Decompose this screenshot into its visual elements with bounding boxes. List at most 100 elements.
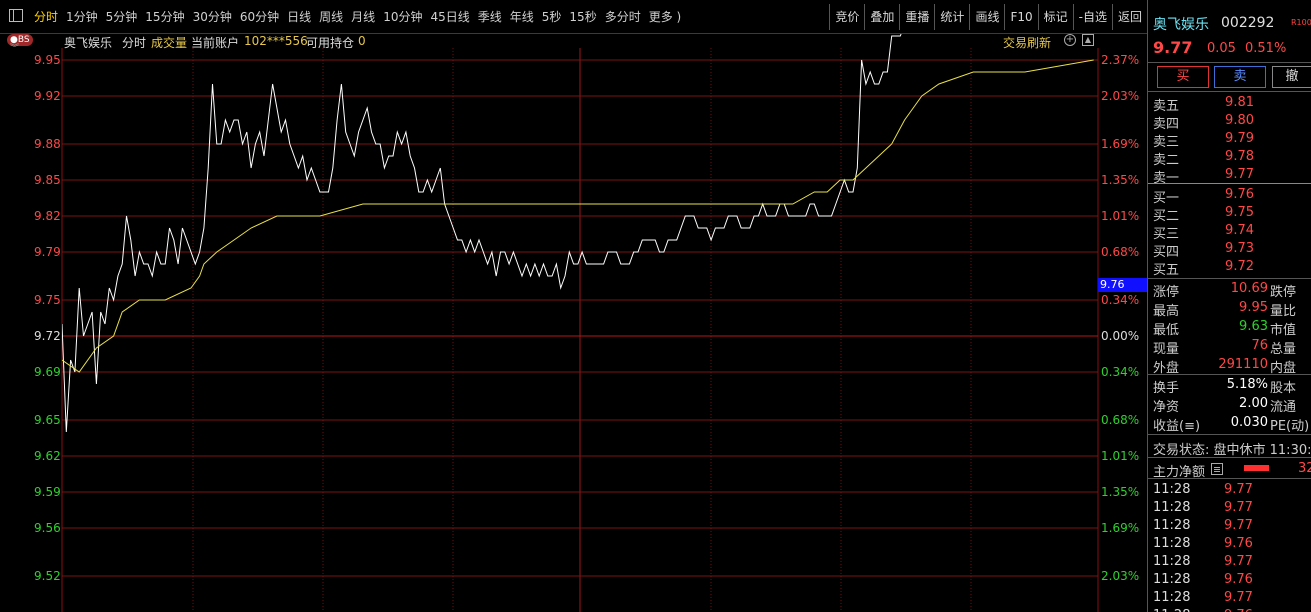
bid-row: 买二 9.75 [1148, 204, 1311, 224]
divider [1148, 478, 1311, 479]
period-tab[interactable]: 更多 ) [645, 7, 686, 27]
stat-row: 涨停 10.69 跌停 [1148, 280, 1311, 300]
tool-button[interactable]: 竞价 [829, 4, 864, 30]
stat-value: 0.030 [1230, 415, 1268, 430]
period-tab[interactable]: 10分钟 [379, 7, 426, 27]
tick-time: 11:28 [1153, 572, 1191, 587]
bid-price[interactable]: 9.73 [1208, 241, 1254, 256]
price-tick-label: 9.52 [34, 569, 61, 583]
period-tab[interactable]: 1分钟 [62, 7, 102, 27]
tick-row: 11:28 9.77 [1148, 481, 1311, 499]
divider [1148, 457, 1311, 458]
ask-price[interactable]: 9.78 [1208, 149, 1254, 164]
price-tick-label: 9.72 [34, 329, 61, 343]
period-tab[interactable]: 日线 [283, 7, 315, 27]
stat-label-secondary: 流通 [1270, 400, 1297, 415]
stat-value: 76 [1251, 338, 1268, 353]
tool-button[interactable]: 重播 [899, 4, 934, 30]
ask-price[interactable]: 9.80 [1208, 113, 1254, 128]
stat-value: 10.69 [1230, 281, 1268, 296]
divider [1148, 62, 1311, 63]
stat-label-secondary: 市值 [1270, 323, 1297, 338]
percent-tick-label: 0.00% [1101, 329, 1139, 343]
period-tab[interactable]: 月线 [347, 7, 379, 27]
stat-value: 9.95 [1239, 300, 1268, 315]
intraday-chart[interactable]: 9.95 2.37% 9.92 2.03% 9.88 1.69% 9.85 1.35% 9.82… [0, 34, 1147, 612]
stat-label: 换手 [1153, 381, 1180, 396]
bid-price[interactable]: 9.72 [1208, 259, 1254, 274]
percent-tick-label: 0.68% [1101, 413, 1139, 427]
last-price: 9.77 [1153, 38, 1193, 57]
stat-row: 最高 9.95 量比 [1148, 299, 1311, 319]
divider [1148, 434, 1311, 435]
tool-button[interactable]: 画线 [969, 4, 1004, 30]
ask-row: 卖二 9.78 [1148, 148, 1311, 168]
period-tab[interactable]: 多分时 [601, 7, 645, 27]
period-tab[interactable]: 15分钟 [141, 7, 188, 27]
percent-tick-label: 0.34% [1101, 365, 1139, 379]
tick-time: 11:28 [1153, 554, 1191, 569]
period-tab[interactable]: 30分钟 [189, 7, 236, 27]
tick-price: 9.76 [1224, 536, 1253, 551]
available-holding-label: 可用持仓 [306, 36, 355, 50]
stat-row: 换手 5.18% 股本 [1148, 376, 1311, 396]
ask-price[interactable]: 9.79 [1208, 131, 1254, 146]
period-tab[interactable]: 分时 [30, 7, 62, 27]
period-tab[interactable]: 60分钟 [236, 7, 283, 27]
stock-tag: R1000 [1291, 18, 1311, 27]
chart-volume-label[interactable]: 成交量 [151, 34, 187, 51]
tick-time: 11:28 [1153, 500, 1191, 515]
main-net-flow-value: 32 [1298, 461, 1311, 476]
stat-label: 最低 [1153, 323, 1180, 338]
bid-price[interactable]: 9.74 [1208, 223, 1254, 238]
list-icon[interactable] [1211, 463, 1223, 475]
period-tab[interactable]: 45日线 [426, 7, 473, 27]
tool-button[interactable]: 标记 [1037, 4, 1073, 30]
chart-stock-name: 奥飞娱乐 [64, 36, 113, 50]
bid-price[interactable]: 9.75 [1208, 205, 1254, 220]
stat-label-secondary: 跌停 [1270, 285, 1297, 300]
tool-button[interactable]: 返回 [1111, 4, 1147, 30]
tool-button[interactable]: F10 [1004, 4, 1037, 30]
tick-price: 9.77 [1224, 518, 1253, 533]
stock-name: 奥飞娱乐 [1153, 17, 1209, 33]
tick-row: 11:28 9.77 [1148, 589, 1311, 607]
ask-row: 卖三 9.79 [1148, 130, 1311, 150]
period-tab[interactable]: 5分钟 [102, 7, 142, 27]
trade-status: 交易状态: 盘中休市 11:30: [1153, 443, 1311, 458]
divider [1148, 374, 1311, 375]
period-tab[interactable]: 5秒 [538, 7, 566, 27]
maximize-icon[interactable]: ▲ [1082, 34, 1094, 46]
period-tab[interactable]: 15秒 [565, 7, 600, 27]
period-tab[interactable]: 周线 [315, 7, 347, 27]
tool-button[interactable]: 叠加 [864, 4, 899, 30]
ask-row: 卖四 9.80 [1148, 112, 1311, 132]
net-flow-bar [1244, 465, 1269, 471]
stat-value: 2.00 [1239, 396, 1268, 411]
cancel-order-button[interactable]: 撤 [1272, 66, 1311, 88]
ask-price[interactable]: 9.81 [1208, 95, 1254, 110]
tool-button[interactable]: -自选 [1072, 4, 1112, 30]
bid-label: 买五 [1153, 263, 1180, 278]
tick-price: 9.76 [1224, 608, 1253, 612]
trade-refresh-button[interactable]: 交易刷新 [1003, 34, 1051, 51]
layout-toggle-icon[interactable] [9, 9, 23, 22]
price-tick-label: 9.62 [34, 449, 61, 463]
available-holding-value: 0 [358, 34, 366, 48]
price-tick-label: 9.65 [34, 413, 61, 427]
period-tab[interactable]: 季线 [474, 7, 506, 27]
collapse-chevron-icon[interactable]: ︾ [10, 45, 19, 54]
price-tick-label: 9.95 [34, 53, 61, 67]
add-icon[interactable]: + [1064, 34, 1076, 46]
buy-button[interactable]: 买 [1157, 66, 1209, 88]
stat-label: 现量 [1153, 342, 1180, 357]
period-tab[interactable]: 年线 [506, 7, 538, 27]
ask-price[interactable]: 9.77 [1208, 167, 1254, 182]
tick-time: 11:28 [1153, 518, 1191, 533]
sell-button[interactable]: 卖 [1214, 66, 1266, 88]
tick-price: 9.76 [1224, 572, 1253, 587]
period-toolbar: 分时 1分钟 5分钟 15分钟 30分钟 60分钟 日线 周线 月线 10分钟 45日线 季线 年线 5秒… [0, 0, 1147, 34]
bid-price[interactable]: 9.76 [1208, 187, 1254, 202]
price-tick-label: 9.59 [34, 485, 61, 499]
tool-button[interactable]: 统计 [934, 4, 969, 30]
